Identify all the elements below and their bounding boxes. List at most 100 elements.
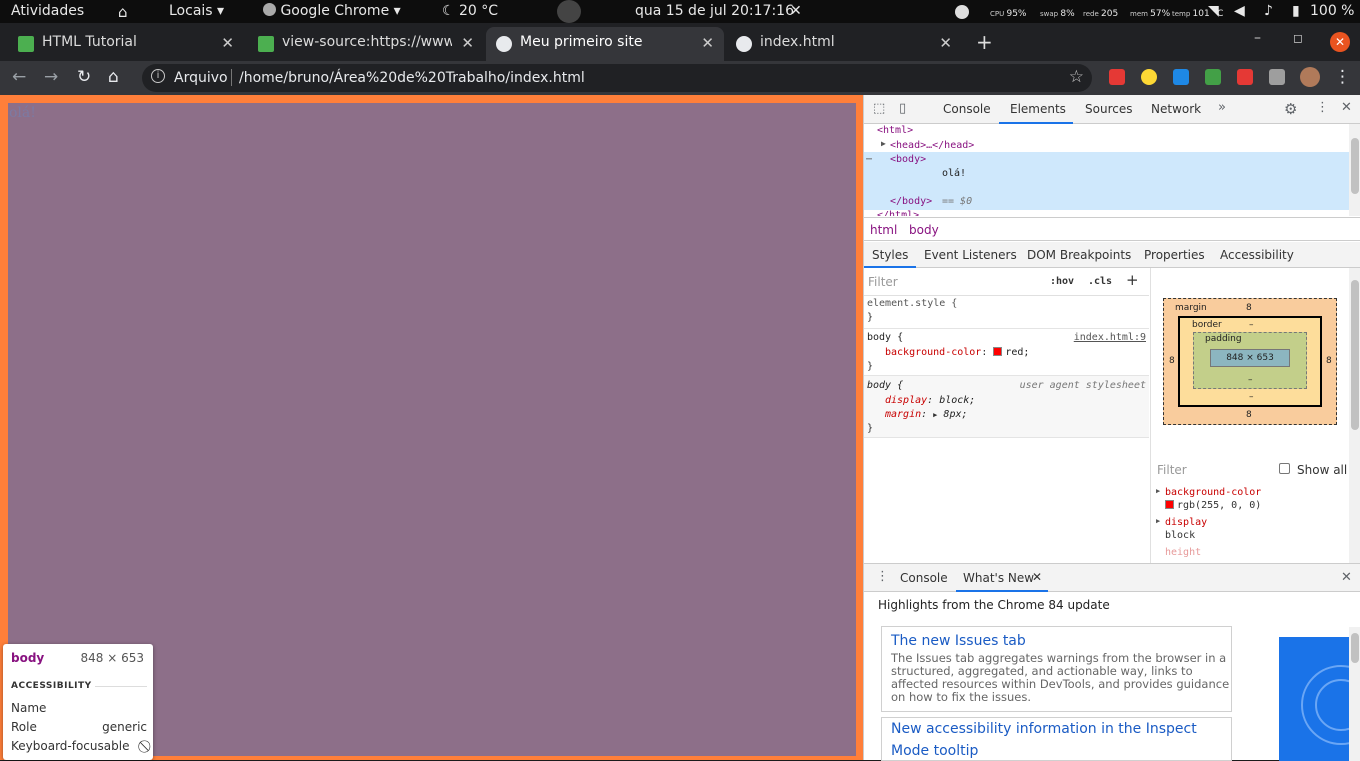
box-model-padding[interactable]: padding – 848 × 653: [1193, 332, 1307, 389]
card-title[interactable]: The new Issues tab: [891, 633, 1026, 649]
notifications-off-icon[interactable]: ✕: [790, 3, 802, 19]
bookmark-star-icon[interactable]: ☆: [1069, 67, 1084, 87]
rule-selector[interactable]: body {: [867, 332, 903, 343]
dom-html-open[interactable]: <html>: [877, 125, 913, 136]
tab-dom-breakpoints[interactable]: DOM Breakpoints: [1027, 248, 1131, 262]
extension-icon[interactable]: [1109, 69, 1125, 85]
drawer-tab-console[interactable]: Console: [900, 571, 948, 585]
cls-toggle[interactable]: .cls: [1088, 276, 1112, 287]
card-title[interactable]: New accessibility information in the Ins…: [891, 718, 1221, 760]
news-card-accessibility[interactable]: New accessibility information in the Ins…: [881, 717, 1232, 761]
more-tabs-icon[interactable]: »: [1218, 100, 1226, 115]
close-devtools-icon[interactable]: ✕: [1341, 100, 1352, 115]
close-tab-icon[interactable]: ✕: [701, 34, 714, 52]
margin-bottom[interactable]: 8: [1246, 410, 1252, 420]
margin-top[interactable]: 8: [1246, 303, 1252, 313]
reload-icon[interactable]: ↻: [77, 67, 91, 87]
box-model-border[interactable]: border – – padding – 848 × 653: [1178, 316, 1322, 407]
close-tab-icon[interactable]: ✕: [221, 34, 234, 52]
dom-head[interactable]: <head>…</head>: [890, 140, 974, 151]
home-icon[interactable]: ⌂: [118, 3, 128, 21]
weather-indicator[interactable]: ☾ 20 °C: [442, 3, 498, 19]
tab-meu-primeiro-site[interactable]: Meu primeiro site ✕: [486, 27, 724, 61]
border-bottom[interactable]: –: [1249, 392, 1254, 402]
obs-icon[interactable]: [557, 0, 581, 23]
tab-html-tutorial[interactable]: HTML Tutorial ✕: [8, 27, 244, 61]
border-top[interactable]: –: [1249, 320, 1254, 330]
expand-arrow-icon[interactable]: ▶: [881, 139, 886, 148]
avatar[interactable]: [1300, 67, 1320, 87]
address-bar[interactable]: i Arquivo /home/bruno/Área%20de%20Trabal…: [142, 64, 1092, 92]
adblock-icon[interactable]: [1237, 69, 1253, 85]
tab-view-source[interactable]: view-source:https://www ✕: [248, 27, 484, 61]
device-toolbar-icon[interactable]: ▯: [899, 101, 906, 116]
dom-body-close[interactable]: </body>: [890, 196, 932, 207]
dom-more-icon[interactable]: ⋯: [866, 154, 872, 165]
tab-index-html[interactable]: index.html ✕: [726, 27, 962, 61]
minimize-icon[interactable]: –: [1254, 30, 1261, 46]
system-monitor-icon[interactable]: [955, 5, 969, 19]
tab-sources[interactable]: Sources: [1085, 102, 1132, 116]
activities-button[interactable]: Atividades: [11, 3, 84, 19]
url-text[interactable]: /home/bruno/Área%20de%20Trabalho/index.h…: [239, 70, 585, 86]
box-model-content[interactable]: 848 × 653: [1210, 349, 1290, 367]
expand-arrow-icon[interactable]: ▶: [1156, 517, 1160, 525]
scroll-thumb[interactable]: [1351, 633, 1359, 663]
margin-right[interactable]: 8: [1326, 356, 1332, 366]
info-icon[interactable]: i: [151, 69, 165, 83]
dom-scrollbar[interactable]: [1349, 124, 1360, 216]
close-window-icon[interactable]: ✕: [1330, 32, 1350, 52]
margin-left[interactable]: 8: [1169, 356, 1175, 366]
show-all-checkbox[interactable]: [1279, 463, 1290, 474]
restore-icon[interactable]: ◻: [1293, 31, 1303, 45]
back-icon[interactable]: ←: [12, 67, 26, 87]
tab-accessibility[interactable]: Accessibility: [1220, 248, 1294, 262]
dom-text-node[interactable]: olá!: [942, 168, 966, 179]
close-tab-icon[interactable]: ✕: [939, 34, 952, 52]
expand-arrow-icon[interactable]: ▶: [1156, 487, 1160, 495]
microphone-icon[interactable]: ♪: [1264, 3, 1273, 19]
scroll-thumb[interactable]: [1351, 280, 1359, 430]
extension-icon[interactable]: [1205, 69, 1221, 85]
devtools-menu-icon[interactable]: ⋮: [1316, 100, 1329, 115]
drawer-tab-whats-new[interactable]: What's New: [963, 571, 1034, 585]
drawer-scrollbar[interactable]: [1349, 627, 1360, 761]
volume-icon[interactable]: ◀: [1234, 3, 1245, 19]
styles-scrollbar[interactable]: [1349, 268, 1360, 563]
tab-properties[interactable]: Properties: [1144, 248, 1205, 262]
tab-network[interactable]: Network: [1151, 102, 1201, 116]
settings-gear-icon[interactable]: ⚙: [1284, 100, 1297, 118]
hov-toggle[interactable]: :hov: [1050, 276, 1074, 287]
news-card-issues[interactable]: The new Issues tab The Issues tab aggreg…: [881, 626, 1232, 712]
close-drawer-icon[interactable]: ✕: [1341, 570, 1352, 585]
extension-icon[interactable]: [1141, 69, 1157, 85]
tab-styles[interactable]: Styles: [872, 248, 908, 262]
computed-filter-input[interactable]: Filter: [1157, 463, 1187, 477]
wifi-icon[interactable]: ◥: [1208, 3, 1219, 19]
forward-icon[interactable]: →: [44, 67, 58, 87]
scroll-thumb[interactable]: [1351, 138, 1359, 194]
padding-bottom[interactable]: –: [1248, 375, 1253, 385]
computed-display-prop[interactable]: display: [1165, 517, 1207, 528]
new-tab-icon[interactable]: +: [976, 30, 993, 54]
new-rule-icon[interactable]: +: [1126, 271, 1139, 289]
dom-body-open[interactable]: <body>: [890, 154, 926, 165]
crumb-html[interactable]: html: [870, 223, 897, 237]
rule-decl-background[interactable]: background-color: red;: [885, 347, 1029, 358]
rule-source-link[interactable]: index.html:9: [1074, 332, 1146, 343]
dom-html-close[interactable]: </html>: [877, 210, 919, 216]
tab-elements[interactable]: Elements: [1010, 102, 1066, 116]
styles-filter-input[interactable]: Filter: [868, 275, 1040, 289]
close-drawer-tab-icon[interactable]: ✕: [1032, 570, 1042, 584]
home-icon[interactable]: ⌂: [108, 67, 119, 87]
tab-event-listeners[interactable]: Event Listeners: [924, 248, 1017, 262]
tab-console[interactable]: Console: [943, 102, 991, 116]
places-menu[interactable]: Locais ▾: [169, 3, 224, 19]
close-tab-icon[interactable]: ✕: [461, 34, 474, 52]
menu-kebab-icon[interactable]: ⋮: [1334, 67, 1351, 87]
computed-bg-prop[interactable]: background-color: [1165, 487, 1261, 498]
app-menu[interactable]: Google Chrome ▾: [263, 3, 401, 19]
extension-icon[interactable]: [1173, 69, 1189, 85]
drawer-menu-icon[interactable]: ⋮: [876, 569, 889, 584]
box-model-margin[interactable]: margin 8 8 8 8 border – – padding – 848 …: [1163, 298, 1337, 425]
